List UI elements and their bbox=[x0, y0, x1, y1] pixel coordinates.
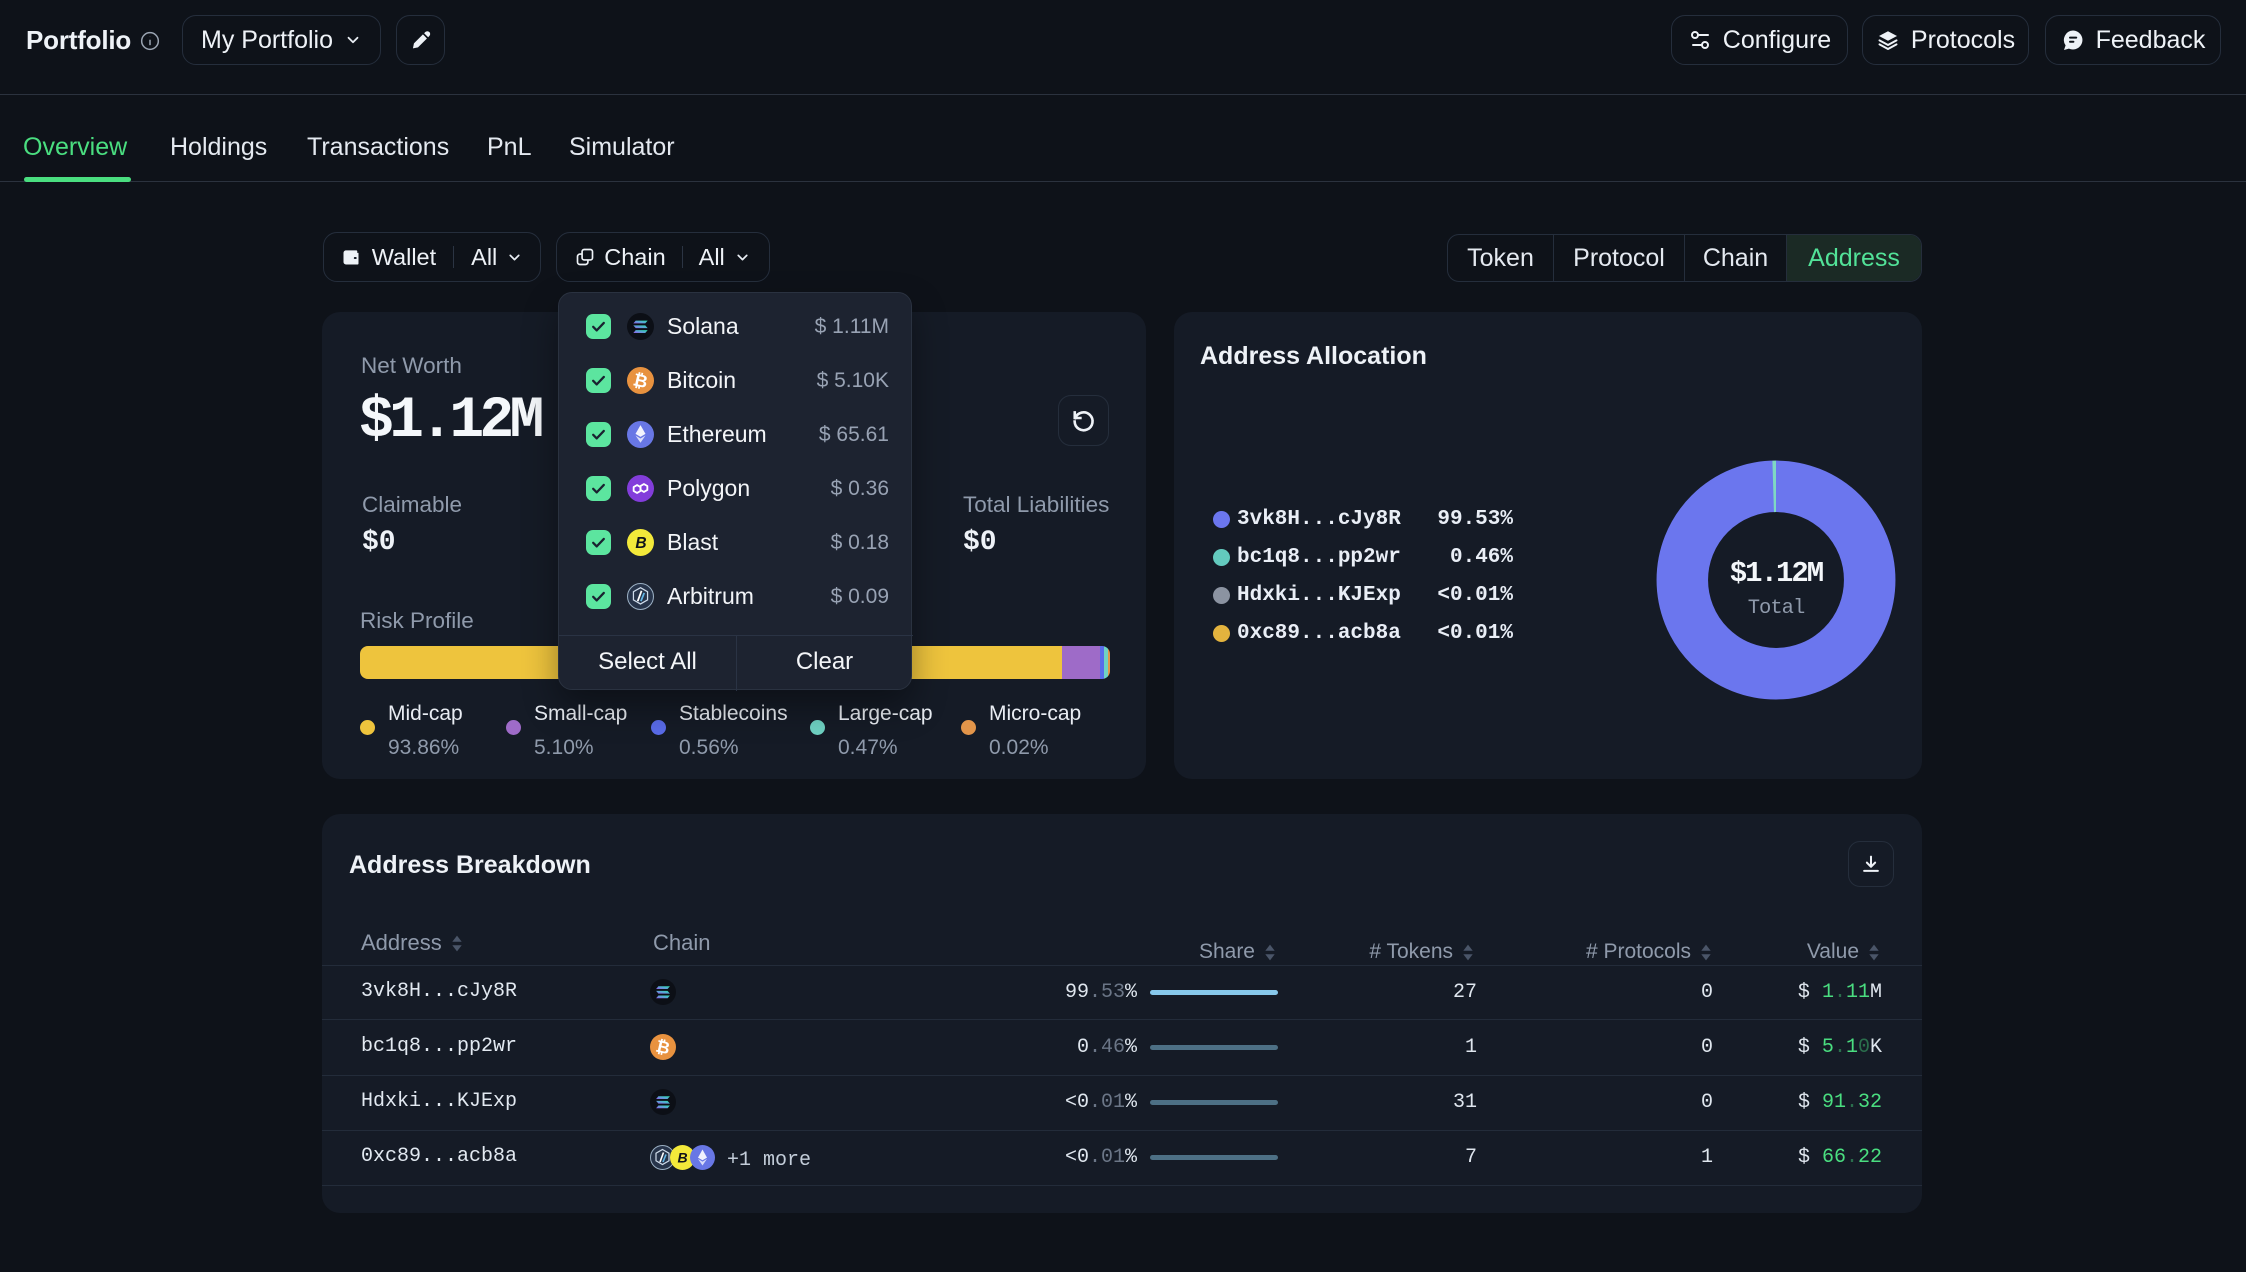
svg-text:B: B bbox=[635, 535, 646, 552]
svg-text:B: B bbox=[677, 1150, 687, 1166]
